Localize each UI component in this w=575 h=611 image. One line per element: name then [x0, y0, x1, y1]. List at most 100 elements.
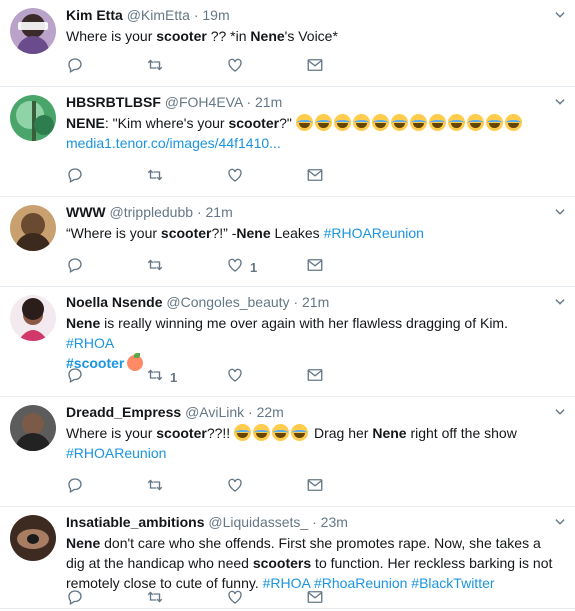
user-handle[interactable]: @trippledubb: [110, 204, 194, 220]
tweet-item[interactable]: Dreadd_Empress @AviLink · 22m Where is yo…: [0, 397, 575, 507]
tears-of-joy-emoji-icon: [504, 114, 522, 131]
highlighted-keyword: scooter: [156, 28, 207, 44]
retweet-button[interactable]: [146, 477, 226, 497]
highlighted-keyword: NENE: [66, 115, 105, 131]
tweet-actions: [66, 167, 386, 187]
tweet-item[interactable]: Noella Nsende @Congoles_beauty · 21m Nene…: [0, 287, 575, 397]
user-name[interactable]: HBSRBTLBSF: [66, 94, 161, 110]
tweet-header: HBSRBTLBSF @FOH4EVA · 21m: [66, 93, 553, 112]
retweet-icon: [146, 256, 164, 279]
retweet-button[interactable]: [146, 167, 226, 187]
chevron-down-icon[interactable]: [553, 405, 567, 419]
tweet-item[interactable]: Insatiable_ambitions @Liquidassets_ · 23…: [0, 507, 575, 609]
highlighted-keyword: Nene: [250, 28, 285, 44]
chevron-down-icon[interactable]: [553, 515, 567, 529]
reply-button[interactable]: [66, 167, 146, 187]
chevron-down-icon[interactable]: [553, 8, 567, 22]
heart-icon: [226, 56, 244, 79]
tweet-item[interactable]: HBSRBTLBSF @FOH4EVA · 21m NENE: "Kim wher…: [0, 87, 575, 197]
like-button[interactable]: [226, 477, 306, 497]
user-name[interactable]: Kim Etta: [66, 7, 123, 23]
timestamp[interactable]: 22m: [257, 404, 284, 420]
user-handle[interactable]: @KimEtta: [127, 7, 190, 23]
hashtag-link[interactable]: #RHOAReunion: [324, 225, 424, 241]
direct-message-button[interactable]: [306, 167, 386, 187]
tweet-text: NENE: "Kim where's your scooter?" media1…: [66, 113, 553, 153]
highlighted-keyword: scooter: [160, 225, 212, 241]
avatar[interactable]: [10, 405, 56, 451]
envelope-icon: [306, 166, 324, 189]
retweet-button[interactable]: [146, 589, 226, 609]
direct-message-button[interactable]: [306, 477, 386, 497]
envelope-icon: [306, 256, 324, 279]
like-button[interactable]: [226, 589, 306, 609]
tears-of-joy-emoji-icon: [409, 114, 427, 131]
hashtag-link[interactable]: #BlackTwitter: [411, 575, 494, 591]
hashtag-link[interactable]: #RHOA: [66, 335, 114, 351]
chevron-down-icon[interactable]: [553, 295, 567, 309]
reply-icon: [66, 588, 84, 611]
user-handle[interactable]: @FOH4EVA: [165, 94, 243, 110]
tweet-item[interactable]: WWW @trippledubb · 21m “Where is your sco…: [0, 197, 575, 287]
direct-message-button[interactable]: [306, 57, 386, 77]
like-button[interactable]: [226, 57, 306, 77]
reply-button[interactable]: [66, 367, 146, 387]
reply-button[interactable]: [66, 477, 146, 497]
retweet-button[interactable]: [146, 57, 226, 77]
user-handle[interactable]: @AviLink: [185, 404, 244, 420]
user-handle[interactable]: @Congoles_beauty: [166, 294, 289, 310]
user-name[interactable]: Insatiable_ambitions: [66, 514, 204, 530]
user-name[interactable]: Noella Nsende: [66, 294, 162, 310]
tears-of-joy-emoji-icon: [333, 114, 351, 131]
reply-button[interactable]: [66, 257, 146, 277]
timestamp[interactable]: 21m: [206, 204, 233, 220]
like-button[interactable]: [226, 367, 306, 387]
reply-button[interactable]: [66, 589, 146, 609]
timestamp[interactable]: 21m: [302, 294, 329, 310]
user-name[interactable]: WWW: [66, 204, 106, 220]
user-name[interactable]: Dreadd_Empress: [66, 404, 181, 420]
chevron-down-icon[interactable]: [553, 95, 567, 109]
text-segment: ?!” -: [211, 225, 237, 241]
url-link[interactable]: media1.tenor.co/images/44f1410...: [66, 135, 281, 151]
retweet-button[interactable]: [146, 257, 226, 277]
tears-of-joy-emoji-icon: [428, 114, 446, 131]
tweet-content: Insatiable_ambitions @Liquidassets_ · 23…: [66, 513, 553, 593]
like-button[interactable]: [226, 167, 306, 187]
chevron-down-icon[interactable]: [553, 205, 567, 219]
retweet-icon: [146, 366, 164, 389]
reply-button[interactable]: [66, 57, 146, 77]
avatar[interactable]: [10, 295, 56, 341]
envelope-icon: [306, 366, 324, 389]
tears-of-joy-emoji-icon: [295, 114, 313, 131]
like-button[interactable]: 1: [226, 257, 306, 277]
tweet-content: HBSRBTLBSF @FOH4EVA · 21m NENE: "Kim wher…: [66, 93, 553, 153]
direct-message-button[interactable]: [306, 589, 386, 609]
timestamp[interactable]: 21m: [255, 94, 282, 110]
avatar[interactable]: [10, 205, 56, 251]
envelope-icon: [306, 476, 324, 499]
separator-dot: ·: [193, 7, 199, 23]
tweet-content: Dreadd_Empress @AviLink · 22m Where is yo…: [66, 403, 553, 463]
retweet-button[interactable]: 1: [146, 367, 226, 387]
hashtag-link[interactable]: #RHOAReunion: [66, 445, 166, 461]
tweet-item[interactable]: Kim Etta @KimEtta · 19m Where is your sco…: [0, 0, 575, 87]
avatar[interactable]: [10, 95, 56, 141]
timestamp[interactable]: 19m: [202, 7, 229, 23]
tears-of-joy-emoji-icon: [234, 424, 252, 441]
tweet-actions: [66, 57, 386, 77]
timestamp[interactable]: 23m: [321, 514, 348, 530]
avatar[interactable]: [10, 515, 56, 561]
reply-icon: [66, 56, 84, 79]
avatar[interactable]: [10, 8, 56, 54]
tweet-text: “Where is your scooter?!” -Nene Leakes #…: [66, 223, 553, 243]
direct-message-button[interactable]: [306, 367, 386, 387]
user-handle[interactable]: @Liquidassets_: [208, 514, 308, 530]
envelope-icon: [306, 588, 324, 611]
text-segment: : "Kim where's your: [104, 115, 229, 131]
tweet-header: Noella Nsende @Congoles_beauty · 21m: [66, 293, 553, 312]
heart-icon: [226, 166, 244, 189]
direct-message-button[interactable]: [306, 257, 386, 277]
separator-dot: ·: [196, 204, 202, 220]
highlighted-keyword: Nene: [66, 315, 101, 331]
